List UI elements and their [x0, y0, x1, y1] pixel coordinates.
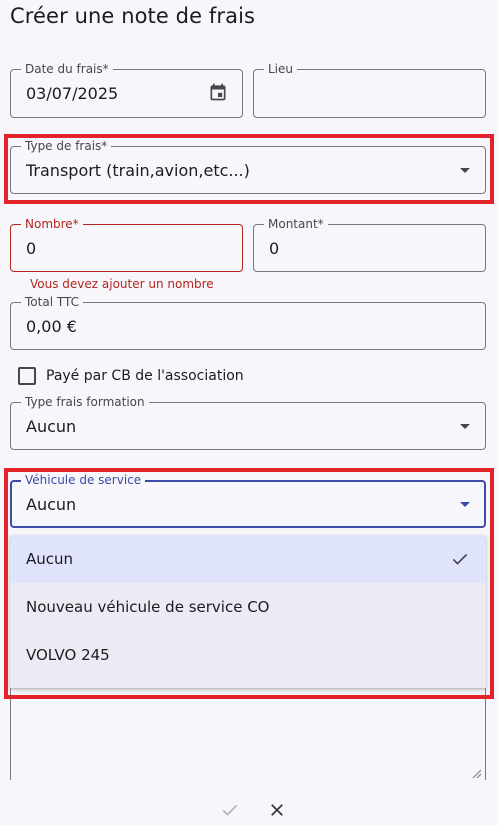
menu-option-aucun[interactable]: Aucun	[10, 535, 486, 583]
date-field-value: 03/07/2025	[26, 84, 119, 103]
total-ttc-value: 0,00 €	[26, 317, 77, 336]
montant-field-value: 0	[269, 239, 280, 258]
type-frais-select[interactable]: Type de frais* Transport (train,avion,et…	[10, 139, 486, 194]
dropdown-arrow-icon	[460, 502, 470, 507]
date-field[interactable]: Date du frais* 03/07/2025	[10, 62, 243, 118]
resize-handle-icon[interactable]	[471, 768, 481, 778]
total-ttc-field[interactable]: Total TTC 0,00 €	[10, 295, 486, 350]
cb-association-checkbox[interactable]	[18, 367, 36, 385]
vehicule-service-label: Véhicule de service	[21, 473, 146, 487]
cb-association-label: Payé par CB de l'association	[46, 368, 244, 384]
total-ttc-label: Total TTC	[21, 295, 83, 309]
calendar-icon[interactable]	[208, 82, 228, 102]
type-frais-formation-select[interactable]: Type frais formation Aucun	[10, 395, 486, 450]
type-frais-formation-label: Type frais formation	[21, 395, 149, 409]
type-frais-value: Transport (train,avion,etc...)	[26, 161, 250, 180]
vehicule-service-value: Aucun	[26, 495, 77, 514]
lieu-field[interactable]: Lieu	[253, 62, 486, 118]
date-field-label: Date du frais*	[21, 62, 113, 76]
nombre-field-label: Nombre*	[21, 217, 83, 231]
cancel-button[interactable]	[266, 799, 288, 821]
vehicule-service-select[interactable]: Véhicule de service Aucun	[10, 473, 486, 528]
menu-option-label: Nouveau véhicule de service CO	[26, 598, 270, 616]
check-icon	[222, 804, 238, 816]
lieu-field-label: Lieu	[264, 62, 298, 76]
nombre-field[interactable]: Nombre* 0	[10, 217, 243, 272]
page-title: Créer une note de frais	[10, 4, 256, 28]
comment-textarea[interactable]	[10, 688, 486, 780]
menu-option-volvo[interactable]: VOLVO 245	[10, 631, 486, 679]
menu-option-nouveau-vehicule[interactable]: Nouveau véhicule de service CO	[10, 583, 486, 631]
confirm-button[interactable]	[219, 799, 241, 821]
type-frais-formation-value: Aucun	[26, 417, 77, 436]
menu-option-label: Aucun	[26, 550, 74, 568]
nombre-field-value: 0	[26, 239, 37, 258]
close-icon	[271, 804, 283, 816]
dropdown-arrow-icon	[460, 168, 470, 173]
montant-field[interactable]: Montant* 0	[253, 217, 486, 272]
menu-option-label: VOLVO 245	[26, 646, 110, 664]
nombre-error-text: Vous devez ajouter un nombre	[30, 277, 214, 291]
dropdown-arrow-icon	[460, 424, 470, 429]
cb-association-row[interactable]: Payé par CB de l'association	[18, 367, 244, 385]
check-icon	[452, 553, 468, 565]
type-frais-label: Type de frais*	[21, 139, 112, 153]
vehicule-service-menu: Aucun Nouveau véhicule de service CO VOL…	[10, 535, 486, 688]
montant-field-label: Montant*	[264, 217, 328, 231]
